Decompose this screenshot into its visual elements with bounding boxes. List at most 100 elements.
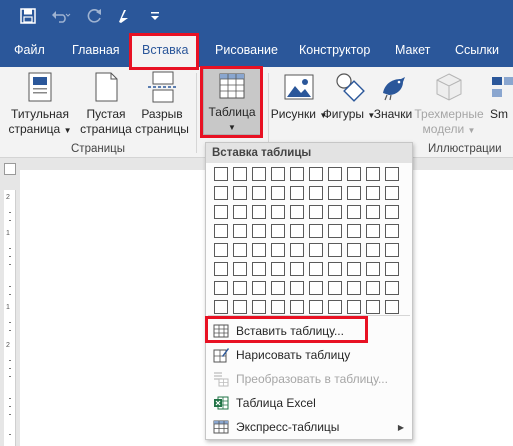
table-grid-cell[interactable] [214, 281, 228, 295]
table-grid-cell[interactable] [233, 243, 247, 257]
icons-button[interactable]: Значки [372, 71, 414, 122]
draw-table-menu-item[interactable]: Нарисовать таблицу [206, 343, 412, 367]
table-grid-cell[interactable] [309, 281, 323, 295]
blank-page-button[interactable]: Пустая страница [78, 71, 134, 137]
table-grid-cell[interactable] [233, 281, 247, 295]
table-grid-cell[interactable] [328, 224, 342, 238]
table-grid-cell[interactable] [309, 205, 323, 219]
table-grid-cell[interactable] [252, 224, 266, 238]
shapes-button[interactable]: Фигуры ▼ [323, 71, 375, 123]
table-grid-cell[interactable] [328, 281, 342, 295]
cover-page-button[interactable]: Титульная страница ▼ [6, 71, 74, 138]
table-grid-cell[interactable] [366, 281, 380, 295]
format-painter-icon[interactable] [114, 5, 134, 27]
table-grid-cell[interactable] [233, 205, 247, 219]
table-grid-cell[interactable] [214, 186, 228, 200]
table-grid-cell[interactable] [309, 186, 323, 200]
table-grid-cell[interactable] [309, 262, 323, 276]
tab-selector[interactable] [4, 163, 16, 175]
table-grid-cell[interactable] [290, 281, 304, 295]
table-grid-cell[interactable] [290, 262, 304, 276]
undo-icon[interactable] [48, 5, 74, 27]
save-icon[interactable] [16, 5, 40, 27]
tab-references[interactable]: Ссылки [455, 33, 499, 67]
table-grid-cell[interactable] [233, 300, 247, 314]
table-grid-cell[interactable] [385, 167, 399, 181]
table-grid-cell[interactable] [290, 243, 304, 257]
table-grid-cell[interactable] [252, 167, 266, 181]
table-grid-cell[interactable] [366, 167, 380, 181]
excel-table-menu-item[interactable]: Таблица Excel [206, 391, 412, 415]
table-grid-cell[interactable] [290, 224, 304, 238]
table-grid-cell[interactable] [309, 224, 323, 238]
table-grid-cell[interactable] [271, 205, 285, 219]
table-grid-cell[interactable] [309, 300, 323, 314]
table-grid-cell[interactable] [214, 243, 228, 257]
table-grid-cell[interactable] [271, 186, 285, 200]
table-grid-cell[interactable] [347, 205, 361, 219]
table-grid-cell[interactable] [271, 262, 285, 276]
pictures-button[interactable]: Рисунки ▼ [271, 71, 327, 123]
table-grid-cell[interactable] [214, 262, 228, 276]
table-grid-cell[interactable] [252, 262, 266, 276]
table-grid-cell[interactable] [233, 224, 247, 238]
convert-to-table-menu-item[interactable]: Преобразовать в таблицу... [206, 367, 412, 391]
table-grid-cell[interactable] [328, 262, 342, 276]
table-grid-cell[interactable] [385, 262, 399, 276]
table-grid-cell[interactable] [385, 243, 399, 257]
table-grid-cell[interactable] [214, 224, 228, 238]
table-grid-cell[interactable] [290, 167, 304, 181]
table-grid-cell[interactable] [252, 281, 266, 295]
table-grid-cell[interactable] [214, 205, 228, 219]
table-grid-cell[interactable] [366, 205, 380, 219]
table-grid-cell[interactable] [366, 262, 380, 276]
tab-draw[interactable]: Рисование [215, 33, 278, 67]
table-grid-cell[interactable] [233, 262, 247, 276]
table-grid-cell[interactable] [252, 243, 266, 257]
table-grid-cell[interactable] [309, 243, 323, 257]
table-grid-cell[interactable] [385, 205, 399, 219]
table-grid-cell[interactable] [252, 300, 266, 314]
table-size-grid[interactable] [214, 167, 404, 319]
table-grid-cell[interactable] [252, 186, 266, 200]
table-grid-cell[interactable] [347, 167, 361, 181]
vertical-ruler[interactable]: 2 1 1 2 [4, 190, 16, 446]
tab-layout[interactable]: Макет [395, 33, 430, 67]
table-grid-cell[interactable] [233, 167, 247, 181]
table-grid-cell[interactable] [309, 167, 323, 181]
table-grid-cell[interactable] [347, 281, 361, 295]
quick-tables-menu-item[interactable]: Экспресс-таблицы ▶ [206, 415, 412, 439]
table-grid-cell[interactable] [328, 243, 342, 257]
customize-qat-icon[interactable] [146, 5, 164, 27]
table-grid-cell[interactable] [271, 224, 285, 238]
tab-design[interactable]: Конструктор [299, 33, 370, 67]
table-grid-cell[interactable] [271, 243, 285, 257]
table-grid-cell[interactable] [328, 186, 342, 200]
redo-icon[interactable] [84, 5, 106, 27]
table-grid-cell[interactable] [347, 262, 361, 276]
table-grid-cell[interactable] [385, 186, 399, 200]
tab-home[interactable]: Главная [72, 33, 120, 67]
table-grid-cell[interactable] [328, 300, 342, 314]
table-grid-cell[interactable] [347, 243, 361, 257]
table-grid-cell[interactable] [271, 281, 285, 295]
page-break-button[interactable]: Разрыв страницы [134, 71, 190, 137]
table-grid-cell[interactable] [290, 186, 304, 200]
table-grid-cell[interactable] [347, 300, 361, 314]
table-grid-cell[interactable] [366, 243, 380, 257]
table-grid-cell[interactable] [366, 300, 380, 314]
table-grid-cell[interactable] [385, 281, 399, 295]
table-grid-cell[interactable] [366, 186, 380, 200]
table-grid-cell[interactable] [290, 300, 304, 314]
table-grid-cell[interactable] [328, 167, 342, 181]
table-grid-cell[interactable] [271, 300, 285, 314]
table-grid-cell[interactable] [233, 186, 247, 200]
table-grid-cell[interactable] [271, 167, 285, 181]
3d-models-button[interactable]: Трехмерные модели ▼ [414, 71, 484, 138]
table-grid-cell[interactable] [385, 300, 399, 314]
table-grid-cell[interactable] [252, 205, 266, 219]
table-grid-cell[interactable] [290, 205, 304, 219]
table-grid-cell[interactable] [214, 167, 228, 181]
table-grid-cell[interactable] [328, 205, 342, 219]
table-grid-cell[interactable] [366, 224, 380, 238]
